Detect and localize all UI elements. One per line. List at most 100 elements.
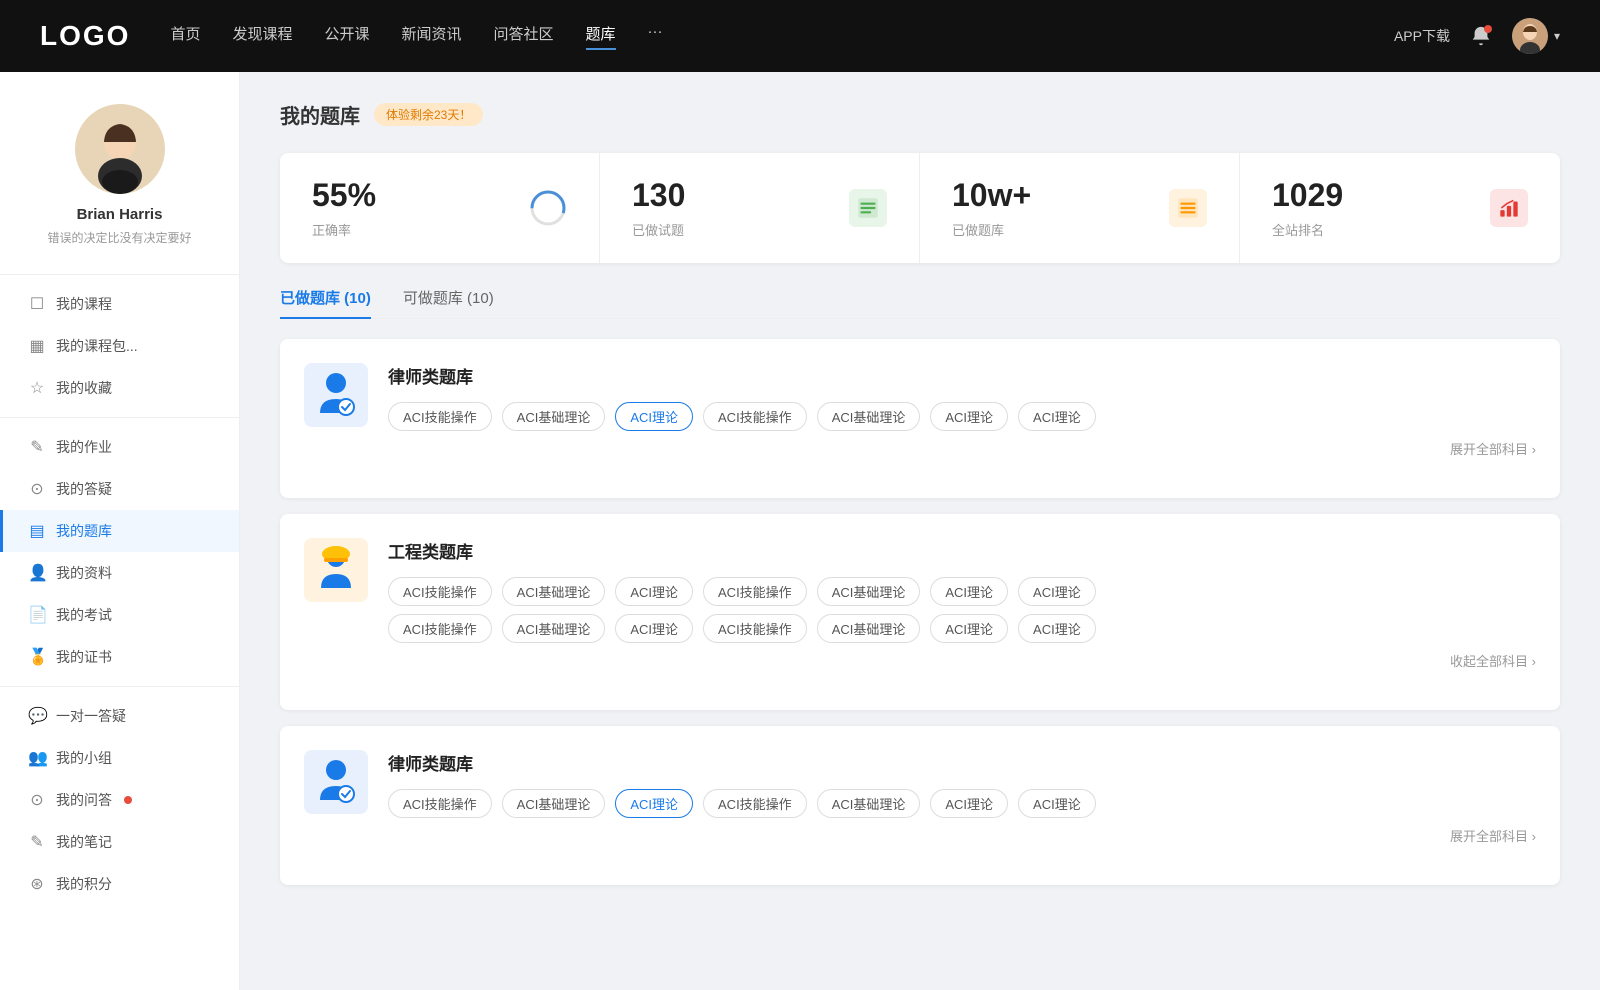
stat-banks-value: 10w+ xyxy=(952,177,1031,214)
sidebar-item-myqa[interactable]: ⊙ 我的问答 xyxy=(0,779,239,821)
sidebar-item-mycourse[interactable]: ☐ 我的课程 xyxy=(0,283,239,325)
sidebar-label-myqbank: 我的题库 xyxy=(56,521,112,541)
sidebar-item-mygroup[interactable]: 👥 我的小组 xyxy=(0,737,239,779)
user-avatar-menu[interactable]: ▾ xyxy=(1512,18,1560,54)
tag-2b-3[interactable]: ACI技能操作 xyxy=(703,614,807,643)
stat-accuracy-left: 55% 正确率 xyxy=(312,177,376,239)
avatar xyxy=(1512,18,1548,54)
tab-done[interactable]: 已做题库 (10) xyxy=(280,287,371,318)
tag-3-6[interactable]: ACI理论 xyxy=(1018,789,1096,818)
stat-banks-left: 10w+ 已做题库 xyxy=(952,177,1031,239)
notification-bell[interactable] xyxy=(1470,25,1492,47)
sidebar-item-myfavorite[interactable]: ☆ 我的收藏 xyxy=(0,367,239,409)
nav-qbank[interactable]: 题库 xyxy=(586,23,616,50)
tag-2-0[interactable]: ACI技能操作 xyxy=(388,577,492,606)
profile-motto: 错误的决定比没有决定要好 xyxy=(47,229,191,246)
tag-2-6[interactable]: ACI理论 xyxy=(1018,577,1096,606)
collapse-link-2[interactable]: 收起全部科目 › xyxy=(388,651,1536,670)
stats-bar: 55% 正确率 130 已做试题 xyxy=(280,153,1560,263)
main-content: 我的题库 体验剩余23天！ 55% 正确率 xyxy=(240,72,1600,990)
nav-links: 首页 发现课程 公开课 新闻资讯 问答社区 题库 ··· xyxy=(170,23,1354,50)
tag-2b-6[interactable]: ACI理论 xyxy=(1018,614,1096,643)
tag-2-1[interactable]: ACI基础理论 xyxy=(502,577,606,606)
tag-1-2[interactable]: ACI理论 xyxy=(615,402,693,431)
tag-3-5[interactable]: ACI理论 xyxy=(930,789,1008,818)
chat-icon: 💬 xyxy=(28,706,46,726)
tag-1-0[interactable]: ACI技能操作 xyxy=(388,402,492,431)
qbank-content-1: 律师类题库 ACI技能操作 ACI基础理论 ACI理论 ACI技能操作 ACI基… xyxy=(388,363,1536,458)
sidebar-item-mypackage[interactable]: ▦ 我的课程包... xyxy=(0,325,239,367)
tag-1-5[interactable]: ACI理论 xyxy=(930,402,1008,431)
nav-more[interactable]: ··· xyxy=(648,23,663,50)
profile-avatar xyxy=(75,104,165,194)
sidebar-item-mycert[interactable]: 🏅 我的证书 xyxy=(0,636,239,678)
tags-row-3: ACI技能操作 ACI基础理论 ACI理论 ACI技能操作 ACI基础理论 AC… xyxy=(388,789,1536,818)
done-banks-icon xyxy=(1169,189,1207,227)
tag-2b-4[interactable]: ACI基础理论 xyxy=(817,614,921,643)
tag-2-5[interactable]: ACI理论 xyxy=(930,577,1008,606)
sidebar-item-onetoone[interactable]: 💬 一对一答疑 xyxy=(0,695,239,737)
sidebar-label-mycert: 我的证书 xyxy=(56,647,112,667)
tag-3-4[interactable]: ACI基础理论 xyxy=(817,789,921,818)
tag-2b-1[interactable]: ACI基础理论 xyxy=(502,614,606,643)
sidebar-item-myhomework[interactable]: ✎ 我的作业 xyxy=(0,426,239,468)
nav-home[interactable]: 首页 xyxy=(170,23,200,50)
qbank-icon: ▤ xyxy=(28,521,46,541)
sidebar-label-myhomework: 我的作业 xyxy=(56,437,112,457)
sidebar: Brian Harris 错误的决定比没有决定要好 ☐ 我的课程 ▦ 我的课程包… xyxy=(0,72,240,990)
tag-2-3[interactable]: ACI技能操作 xyxy=(703,577,807,606)
expand-link-1[interactable]: 展开全部科目 › xyxy=(388,439,1536,458)
nav-qa[interactable]: 问答社区 xyxy=(494,23,554,50)
tag-3-3[interactable]: ACI技能操作 xyxy=(703,789,807,818)
stat-accuracy-label: 正确率 xyxy=(312,220,376,239)
accuracy-icon xyxy=(529,189,567,227)
tag-2b-0[interactable]: ACI技能操作 xyxy=(388,614,492,643)
app-download-link[interactable]: APP下载 xyxy=(1394,26,1450,46)
profile-name: Brian Harris xyxy=(77,206,163,223)
sidebar-divider-top xyxy=(0,274,239,275)
tag-2-4[interactable]: ACI基础理论 xyxy=(817,577,921,606)
edit-icon: ✎ xyxy=(28,437,46,457)
stat-done-banks: 10w+ 已做题库 xyxy=(920,153,1240,263)
nav-news[interactable]: 新闻资讯 xyxy=(402,23,462,50)
nav-discover[interactable]: 发现课程 xyxy=(232,23,292,50)
stat-rank-label: 全站排名 xyxy=(1272,220,1343,239)
tag-3-0[interactable]: ACI技能操作 xyxy=(388,789,492,818)
exam-icon: 📄 xyxy=(28,605,46,625)
stat-done-label: 已做试题 xyxy=(632,220,685,239)
tab-available[interactable]: 可做题库 (10) xyxy=(403,287,494,318)
tag-1-6[interactable]: ACI理论 xyxy=(1018,402,1096,431)
tag-2b-5[interactable]: ACI理论 xyxy=(930,614,1008,643)
tag-3-1[interactable]: ACI基础理论 xyxy=(502,789,606,818)
sidebar-label-mycourse: 我的课程 xyxy=(56,294,112,314)
tag-3-2[interactable]: ACI理论 xyxy=(615,789,693,818)
tag-1-4[interactable]: ACI基础理论 xyxy=(817,402,921,431)
engineer-icon xyxy=(304,538,368,602)
expand-link-3[interactable]: 展开全部科目 › xyxy=(388,826,1536,845)
tag-1-1[interactable]: ACI基础理论 xyxy=(502,402,606,431)
sidebar-item-myqbank[interactable]: ▤ 我的题库 xyxy=(0,510,239,552)
notification-dot xyxy=(1484,25,1492,33)
tag-2b-2[interactable]: ACI理论 xyxy=(615,614,693,643)
page-body: Brian Harris 错误的决定比没有决定要好 ☐ 我的课程 ▦ 我的课程包… xyxy=(0,72,1600,990)
sidebar-label-myanswer: 我的答疑 xyxy=(56,479,112,499)
nav-opencourse[interactable]: 公开课 xyxy=(324,23,369,50)
sidebar-item-myexam[interactable]: 📄 我的考试 xyxy=(0,594,239,636)
tag-2-2[interactable]: ACI理论 xyxy=(615,577,693,606)
qbank-header-2: 工程类题库 ACI技能操作 ACI基础理论 ACI理论 ACI技能操作 ACI基… xyxy=(304,538,1536,670)
sidebar-item-myprofile[interactable]: 👤 我的资料 xyxy=(0,552,239,594)
points-icon: ⊛ xyxy=(28,874,46,894)
cert-icon: 🏅 xyxy=(28,647,46,667)
sidebar-item-mynotes[interactable]: ✎ 我的笔记 xyxy=(0,821,239,863)
sidebar-label-myfavorite: 我的收藏 xyxy=(56,378,112,398)
tag-1-3[interactable]: ACI技能操作 xyxy=(703,402,807,431)
sidebar-item-myanswer[interactable]: ⊙ 我的答疑 xyxy=(0,468,239,510)
note-icon: ✎ xyxy=(28,832,46,852)
sidebar-label-mypackage: 我的课程包... xyxy=(56,336,138,356)
stat-done-left: 130 已做试题 xyxy=(632,177,685,239)
sidebar-label-mynotes: 我的笔记 xyxy=(56,832,112,852)
sidebar-label-mygroup: 我的小组 xyxy=(56,748,112,768)
sidebar-item-mypoints[interactable]: ⊛ 我的积分 xyxy=(0,863,239,905)
chevron-down-icon: ▾ xyxy=(1554,29,1560,43)
sidebar-label-myprofile: 我的资料 xyxy=(56,563,112,583)
